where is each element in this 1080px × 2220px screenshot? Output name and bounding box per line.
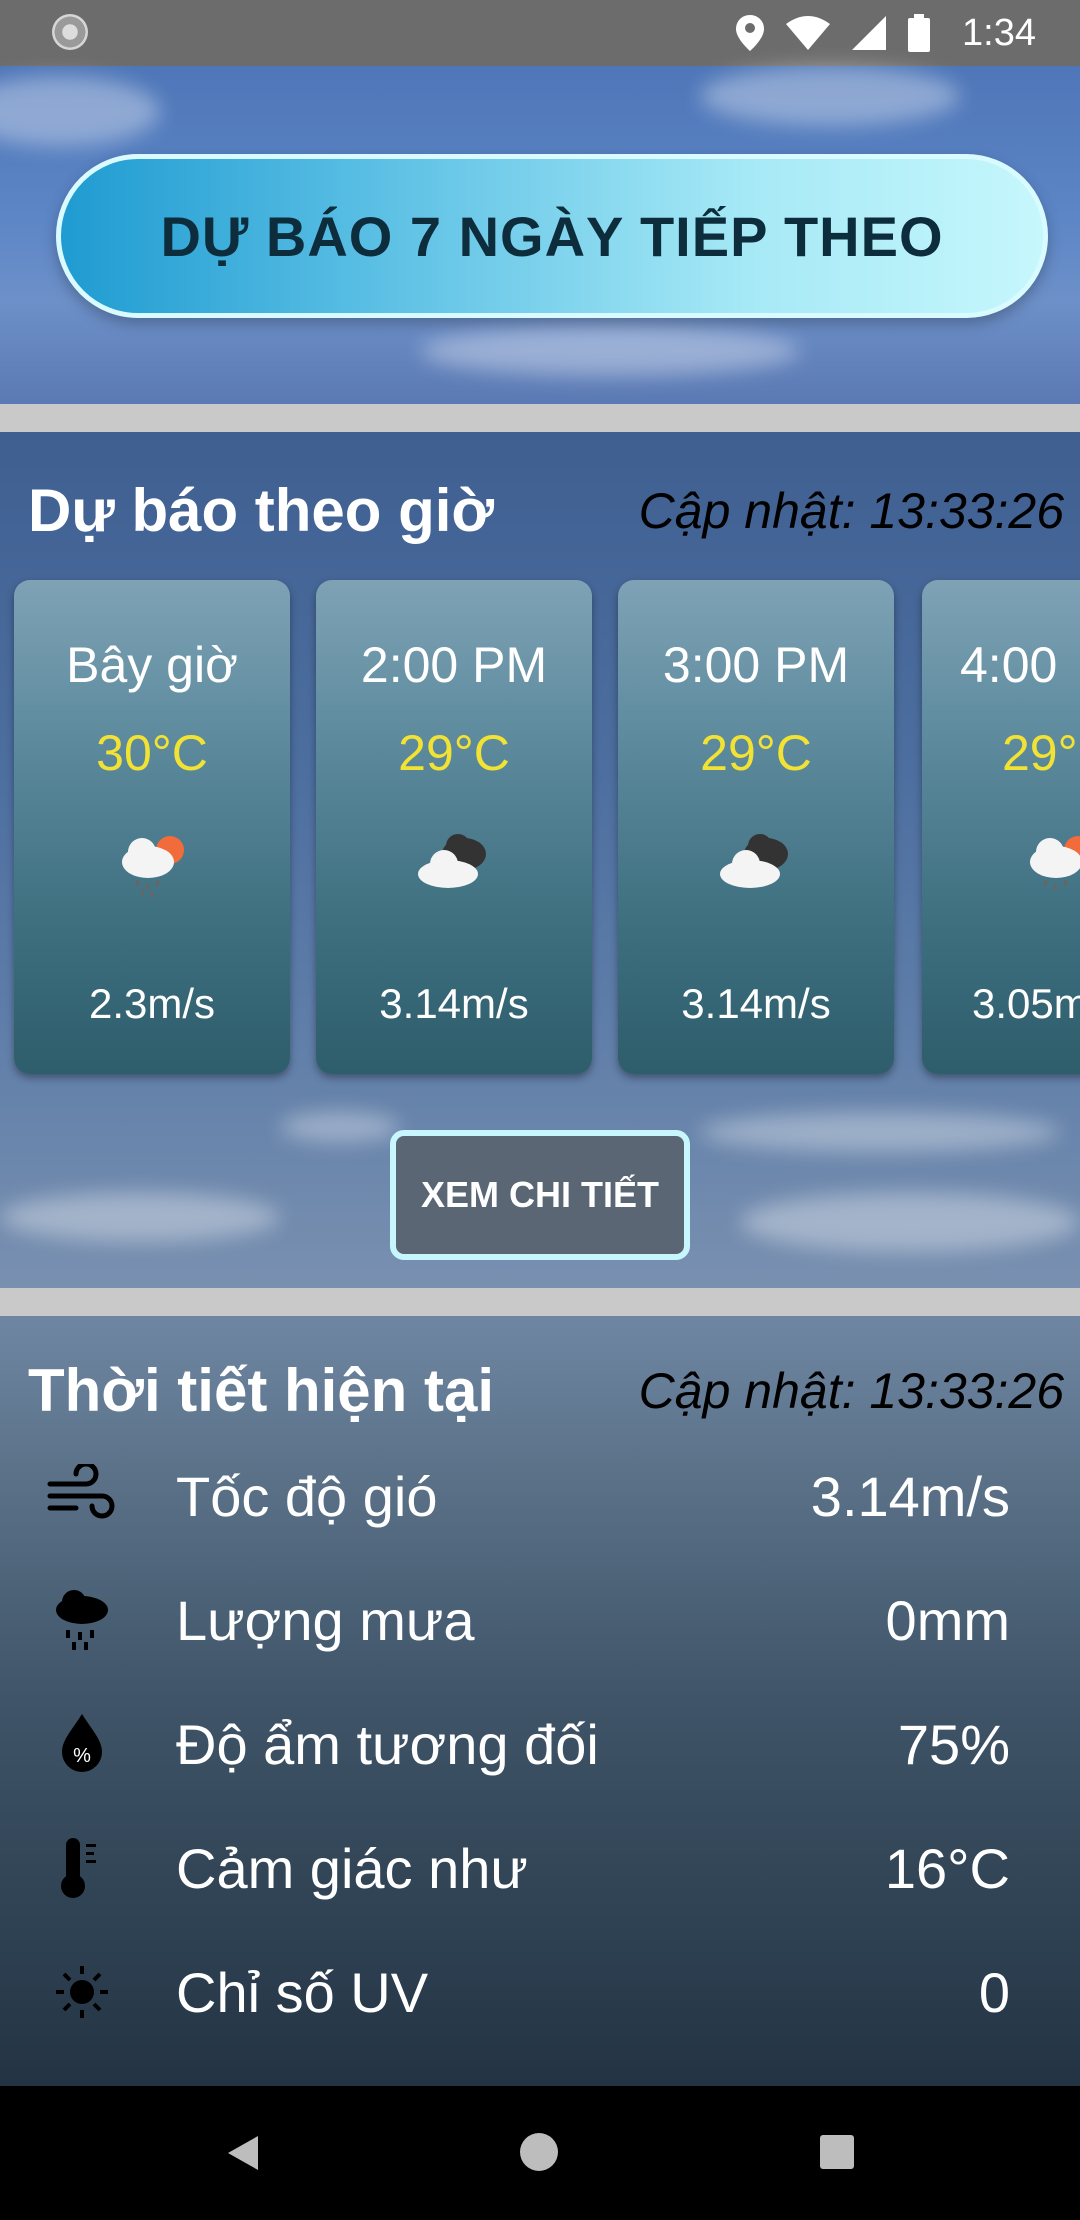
battery-icon [908, 14, 931, 52]
current-title: Thời tiết hiện tại [28, 1357, 494, 1424]
sync-icon [52, 14, 88, 50]
hourly-title: Dự báo theo giờ [28, 477, 495, 544]
hour-card[interactable]: 2:00 PM 29°C 3.14m/s [316, 580, 592, 1074]
row-label: Độ ẩm tương đối [176, 1713, 599, 1776]
hour-wind: 2.3m/s [88, 980, 216, 1027]
cloudy-icon [418, 834, 486, 888]
hour-time: 2:00 PM [360, 637, 548, 693]
signal-icon [852, 16, 887, 50]
hour-temp: 29°C [398, 725, 510, 781]
row-label: Chỉ số UV [176, 1961, 429, 2024]
current-updated-label: Cập nhật: 13:33:26 [638, 1363, 1064, 1419]
rain-sun-icon [122, 836, 184, 897]
row-label: Lượng mưa [176, 1589, 475, 1652]
hour-time: 3:00 PM [662, 637, 850, 693]
seven-day-forecast-button[interactable]: DỰ BÁO 7 NGÀY TIẾP THEO [56, 154, 1048, 318]
hour-time: Bây giờ [66, 637, 238, 693]
top-banner: DỰ BÁO 7 NGÀY TIẾP THEO [0, 66, 1080, 404]
hour-card[interactable]: 4:00 29° 3.05m [922, 580, 1080, 1074]
hour-time: 4:00 [960, 637, 1058, 693]
row-value: 0mm [885, 1589, 1010, 1652]
cloud-decoration [280, 1112, 400, 1142]
rain-cloud-icon [56, 1590, 108, 1650]
hour-temp: 29° [1002, 725, 1078, 781]
current-row-wind: Tốc độ gió 3.14m/s [0, 1446, 1080, 1546]
hour-card[interactable]: 3:00 PM 29°C 3.14m/s [618, 580, 894, 1074]
cloud-decoration [700, 1112, 1060, 1152]
wifi-icon [786, 16, 831, 50]
home-icon[interactable] [520, 2133, 558, 2171]
cloud-decoration [420, 326, 800, 376]
hour-wind: 3.05m [972, 980, 1080, 1027]
view-details-button[interactable]: XEM CHI TIẾT [390, 1130, 690, 1260]
cloud-decoration [0, 76, 160, 146]
humidity-drop-icon: % [62, 1714, 102, 1772]
cloud-decoration [700, 66, 960, 126]
row-value: 16°C [884, 1837, 1010, 1900]
cloud-decoration [740, 1192, 1080, 1252]
svg-text:%: % [73, 1745, 91, 1767]
location-icon [736, 15, 765, 51]
current-row-humidity: % Độ ẩm tương đối 75% [0, 1694, 1080, 1794]
divider [0, 404, 1080, 432]
current-row-uv: Chỉ số UV 0 [0, 1942, 1080, 2042]
wind-icon [47, 1464, 115, 1519]
hour-wind: 3.14m/s [379, 980, 529, 1027]
current-row-feels-like: Cảm giác như 16°C [0, 1818, 1080, 1918]
navigation-bar [0, 2086, 1080, 2220]
recents-icon[interactable] [820, 2135, 854, 2169]
cloudy-icon [720, 834, 788, 888]
hourly-updated-label: Cập nhật: 13:33:26 [638, 483, 1064, 539]
back-icon[interactable] [228, 2136, 258, 2170]
rain-sun-icon [1030, 836, 1080, 890]
thermometer-icon [61, 1838, 96, 1898]
current-weather-section: Thời tiết hiện tại Cập nhật: 13:33:26 Tố… [0, 1316, 1080, 2086]
hourly-forecast-section: Dự báo theo giờ Cập nhật: 13:33:26 Bây g… [0, 432, 1080, 1288]
hour-temp: 30°C [96, 725, 208, 781]
row-label: Tốc độ gió [176, 1465, 438, 1528]
current-row-rain: Lượng mưa 0mm [0, 1570, 1080, 1670]
hour-wind: 3.14m/s [681, 980, 831, 1027]
status-bar: 1:34 [0, 0, 1080, 66]
hour-temp: 29°C [700, 725, 812, 781]
hour-card[interactable]: Bây giờ 30°C 2.3m/s [14, 580, 290, 1074]
divider [0, 1288, 1080, 1316]
cloud-decoration [0, 1192, 280, 1242]
row-value: 3.14m/s [810, 1465, 1010, 1528]
uv-sun-icon [56, 1966, 108, 2018]
status-time: 1:34 [962, 11, 1036, 54]
row-value: 75% [897, 1713, 1010, 1776]
row-value: 0 [978, 1961, 1010, 2024]
row-label: Cảm giác như [176, 1837, 528, 1900]
